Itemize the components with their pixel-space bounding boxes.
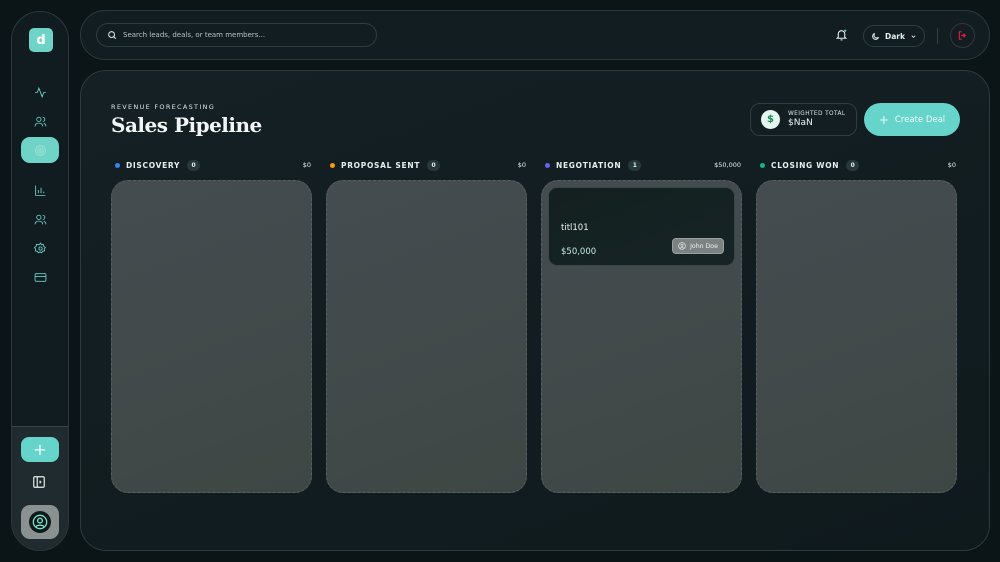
users-icon <box>34 116 46 126</box>
search-icon <box>108 31 117 40</box>
user-icon <box>678 242 686 250</box>
deal-owner-badge: John Doe <box>672 238 724 254</box>
logout-button[interactable] <box>950 23 975 48</box>
weighted-total-value: $NaN <box>788 118 813 128</box>
pipeline-column[interactable] <box>111 180 312 493</box>
create-deal-button[interactable]: + Create Deal <box>864 103 960 136</box>
moon-icon <box>872 32 879 40</box>
column-header: NEGOTIATION 1 $50,000 <box>545 159 741 171</box>
theme-label: Dark <box>885 31 905 41</box>
target-icon <box>34 144 46 156</box>
dollar-icon: $ <box>761 110 780 129</box>
column-header: PROPOSAL SENT 0 $0 <box>330 159 526 171</box>
nav-leads[interactable] <box>12 108 68 134</box>
quick-add-button[interactable]: + <box>21 437 59 462</box>
stage-name: CLOSING WON <box>771 160 840 170</box>
stage-name: PROPOSAL SENT <box>341 160 421 170</box>
settings-icon <box>33 241 46 253</box>
create-deal-label: Create Deal <box>894 114 946 125</box>
deal-title: titl101 <box>561 223 589 233</box>
stage-amount: $0 <box>947 161 956 169</box>
user-avatar-button[interactable] <box>21 505 59 539</box>
weighted-total-label: WEIGHTED TOTAL <box>788 111 846 117</box>
stage-dot <box>115 162 120 168</box>
column-header: DISCOVERY 0 $0 <box>115 159 311 171</box>
divider <box>937 28 938 44</box>
nav-team[interactable] <box>12 206 68 232</box>
pipeline-column[interactable] <box>326 180 527 493</box>
bar-chart-icon <box>34 185 45 196</box>
app-logo[interactable]: d <box>29 28 53 52</box>
nav-pipeline[interactable] <box>21 137 59 163</box>
contacts-icon <box>34 214 46 224</box>
nav-billing[interactable] <box>12 264 68 290</box>
page-title: Sales Pipeline <box>111 113 262 137</box>
nav-reports[interactable] <box>12 177 68 203</box>
deal-card[interactable]: titl101 $50,000 John Doe <box>548 187 735 266</box>
collapse-sidebar-icon[interactable] <box>32 475 46 489</box>
logout-icon <box>958 31 967 40</box>
top-bar: Dark <box>80 10 990 60</box>
pipeline-column[interactable] <box>756 180 957 493</box>
stage-count-badge: 0 <box>427 159 441 171</box>
activity-icon <box>34 86 46 98</box>
search-box[interactable] <box>96 23 377 47</box>
stage-count-badge: 0 <box>187 159 201 171</box>
deal-amount: $50,000 <box>561 247 597 257</box>
plus-icon: + <box>878 112 889 127</box>
stage-amount: $0 <box>517 161 526 169</box>
page-eyebrow: REVENUE FORECASTING <box>111 103 216 111</box>
nav-settings[interactable] <box>12 235 68 261</box>
sidebar-footer: + <box>12 426 68 550</box>
stage-amount: $50,000 <box>714 161 741 169</box>
weighted-total-card: $ WEIGHTED TOTAL $NaN <box>750 103 857 136</box>
stage-count-badge: 0 <box>846 159 860 171</box>
stage-name: DISCOVERY <box>126 160 181 170</box>
stage-count-badge: 1 <box>628 159 642 171</box>
user-circle-icon <box>32 514 48 530</box>
stage-dot <box>330 162 335 168</box>
notification-bell-icon[interactable] <box>835 28 848 42</box>
stage-amount: $0 <box>302 161 311 169</box>
stage-dot <box>545 162 550 168</box>
nav-activity[interactable] <box>12 79 68 105</box>
column-header: CLOSING WON 0 $0 <box>760 159 956 171</box>
stage-dot <box>760 162 765 168</box>
deal-owner-name: John Doe <box>690 242 718 250</box>
card-icon <box>34 272 46 282</box>
pipeline-panel: REVENUE FORECASTING Sales Pipeline $ WEI… <box>80 70 990 551</box>
stage-name: NEGOTIATION <box>556 160 622 170</box>
chevron-down-icon <box>911 34 916 38</box>
sidebar: d + <box>11 11 69 551</box>
theme-dropdown[interactable]: Dark <box>863 25 925 47</box>
search-input[interactable] <box>123 31 363 39</box>
pipeline-column[interactable]: titl101 $50,000 John Doe <box>541 180 742 493</box>
